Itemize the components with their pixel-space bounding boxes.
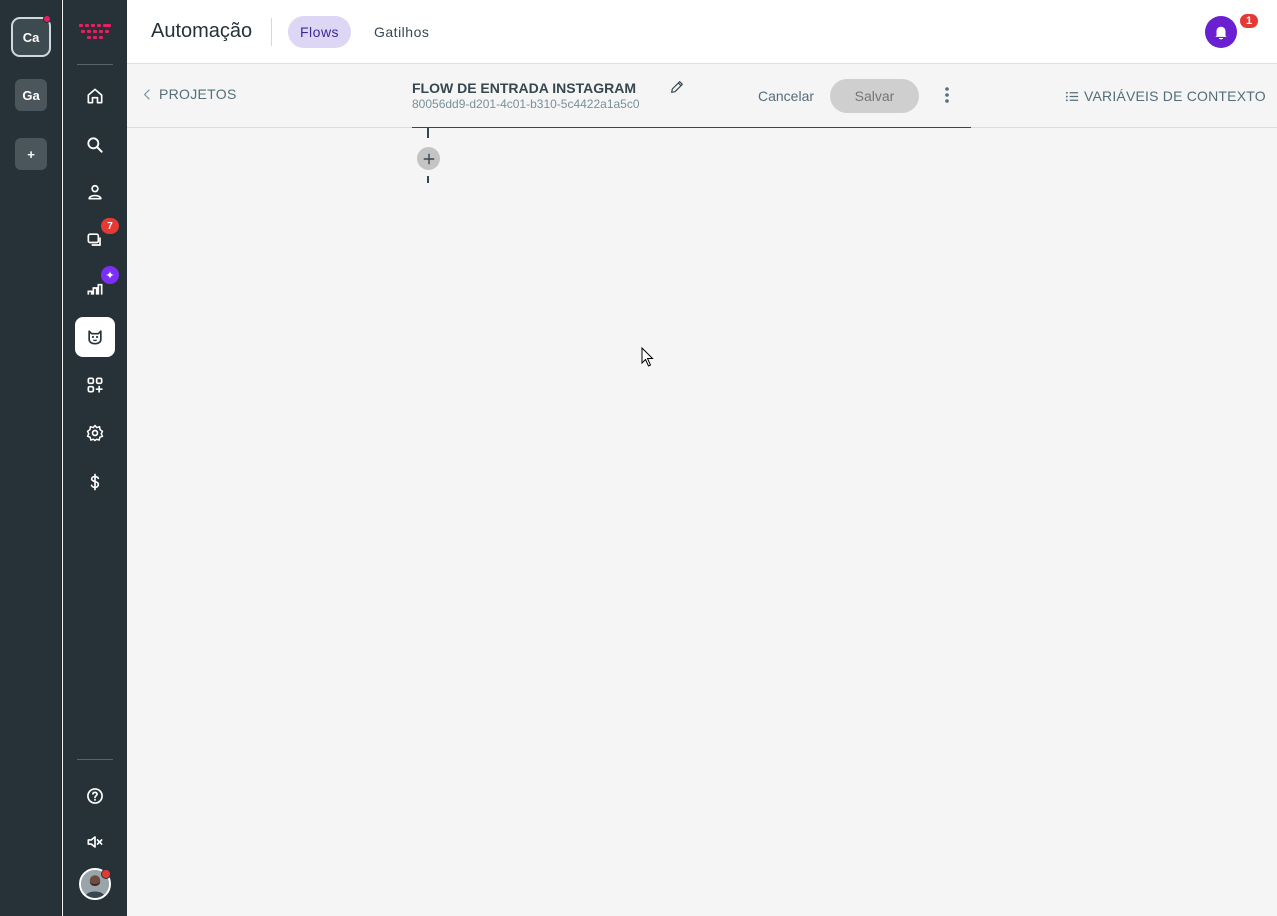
dollar-icon xyxy=(90,473,100,491)
flow-canvas[interactable] xyxy=(127,127,1277,916)
help-icon xyxy=(87,788,103,804)
nav-search[interactable] xyxy=(75,125,115,165)
more-options-icon[interactable] xyxy=(939,86,955,104)
tab-flows[interactable]: Flows xyxy=(288,16,352,48)
avatar-status-dot xyxy=(101,869,111,879)
mouse-cursor-icon xyxy=(641,347,654,367)
list-icon xyxy=(1065,91,1079,101)
nav-help[interactable] xyxy=(75,776,115,816)
flow-toolbar: PROJETOS FLOW DE ENTRADA INSTAGRAM 80056… xyxy=(127,64,1277,128)
connector-line xyxy=(427,176,429,183)
workspace-ca[interactable]: Ca xyxy=(11,17,51,57)
gear-icon xyxy=(86,424,104,442)
nav-billing[interactable] xyxy=(75,462,115,502)
nav-contacts[interactable] xyxy=(75,172,115,212)
flow-id: 80056dd9-d201-4c01-b310-5c4422a1a5c0 xyxy=(412,97,640,111)
top-header: Automação Flows Gatilhos 1 xyxy=(127,0,1277,64)
bell-icon xyxy=(1215,26,1227,40)
mute-icon xyxy=(87,836,103,848)
context-variables-label: VARIÁVEIS DE CONTEXTO xyxy=(1084,88,1266,104)
page-title: Automação xyxy=(151,20,253,42)
notifications-button[interactable] xyxy=(1205,16,1237,48)
brand-logo xyxy=(79,24,111,39)
nav-conversations[interactable]: 7 xyxy=(75,218,119,260)
back-label: PROJETOS xyxy=(159,86,237,102)
nav-mute[interactable] xyxy=(75,822,115,862)
workspace-label: + xyxy=(27,146,35,162)
main-nav: 7 ✦ xyxy=(63,0,127,916)
tab-gatilhos[interactable]: Gatilhos xyxy=(362,16,441,48)
add-workspace-button[interactable]: + xyxy=(15,138,47,170)
bot-icon xyxy=(88,330,102,345)
nav-divider xyxy=(77,64,113,65)
edit-pencil-icon[interactable] xyxy=(669,79,685,95)
nav-automation[interactable] xyxy=(75,317,115,357)
flow-start-line xyxy=(412,127,971,128)
nav-divider xyxy=(77,759,113,760)
nav-apps[interactable] xyxy=(75,365,115,405)
nav-home[interactable] xyxy=(75,76,115,116)
workspace-label: Ca xyxy=(22,29,40,45)
chevron-left-icon xyxy=(143,88,150,100)
workspace-notification-dot xyxy=(43,15,51,23)
context-variables-button[interactable]: VARIÁVEIS DE CONTEXTO xyxy=(1065,88,1266,104)
chat-icon xyxy=(87,233,101,246)
plus-icon xyxy=(423,153,434,164)
save-button[interactable]: Salvar xyxy=(830,79,919,113)
notifications-badge: 1 xyxy=(1239,13,1259,29)
nav-reports[interactable]: ✦ xyxy=(75,266,119,308)
connector-line xyxy=(427,128,429,138)
add-step-button[interactable] xyxy=(417,147,440,170)
header-divider xyxy=(271,18,272,46)
workspace-rail: Ca Ga + xyxy=(0,0,62,916)
search-icon xyxy=(87,137,103,153)
workspace-label: Ga xyxy=(22,87,40,103)
apps-icon xyxy=(87,377,103,393)
chart-icon xyxy=(87,283,103,295)
person-icon xyxy=(88,184,102,200)
workspace-ga[interactable]: Ga xyxy=(15,79,47,111)
nav-settings[interactable] xyxy=(75,413,115,453)
flow-name: FLOW DE ENTRADA INSTAGRAM xyxy=(412,80,636,96)
conversations-badge: 7 xyxy=(101,218,119,234)
home-icon xyxy=(87,88,103,104)
sparkle-badge: ✦ xyxy=(101,266,119,284)
back-to-projects-link[interactable]: PROJETOS xyxy=(143,86,237,102)
cancel-button[interactable]: Cancelar xyxy=(758,88,814,104)
